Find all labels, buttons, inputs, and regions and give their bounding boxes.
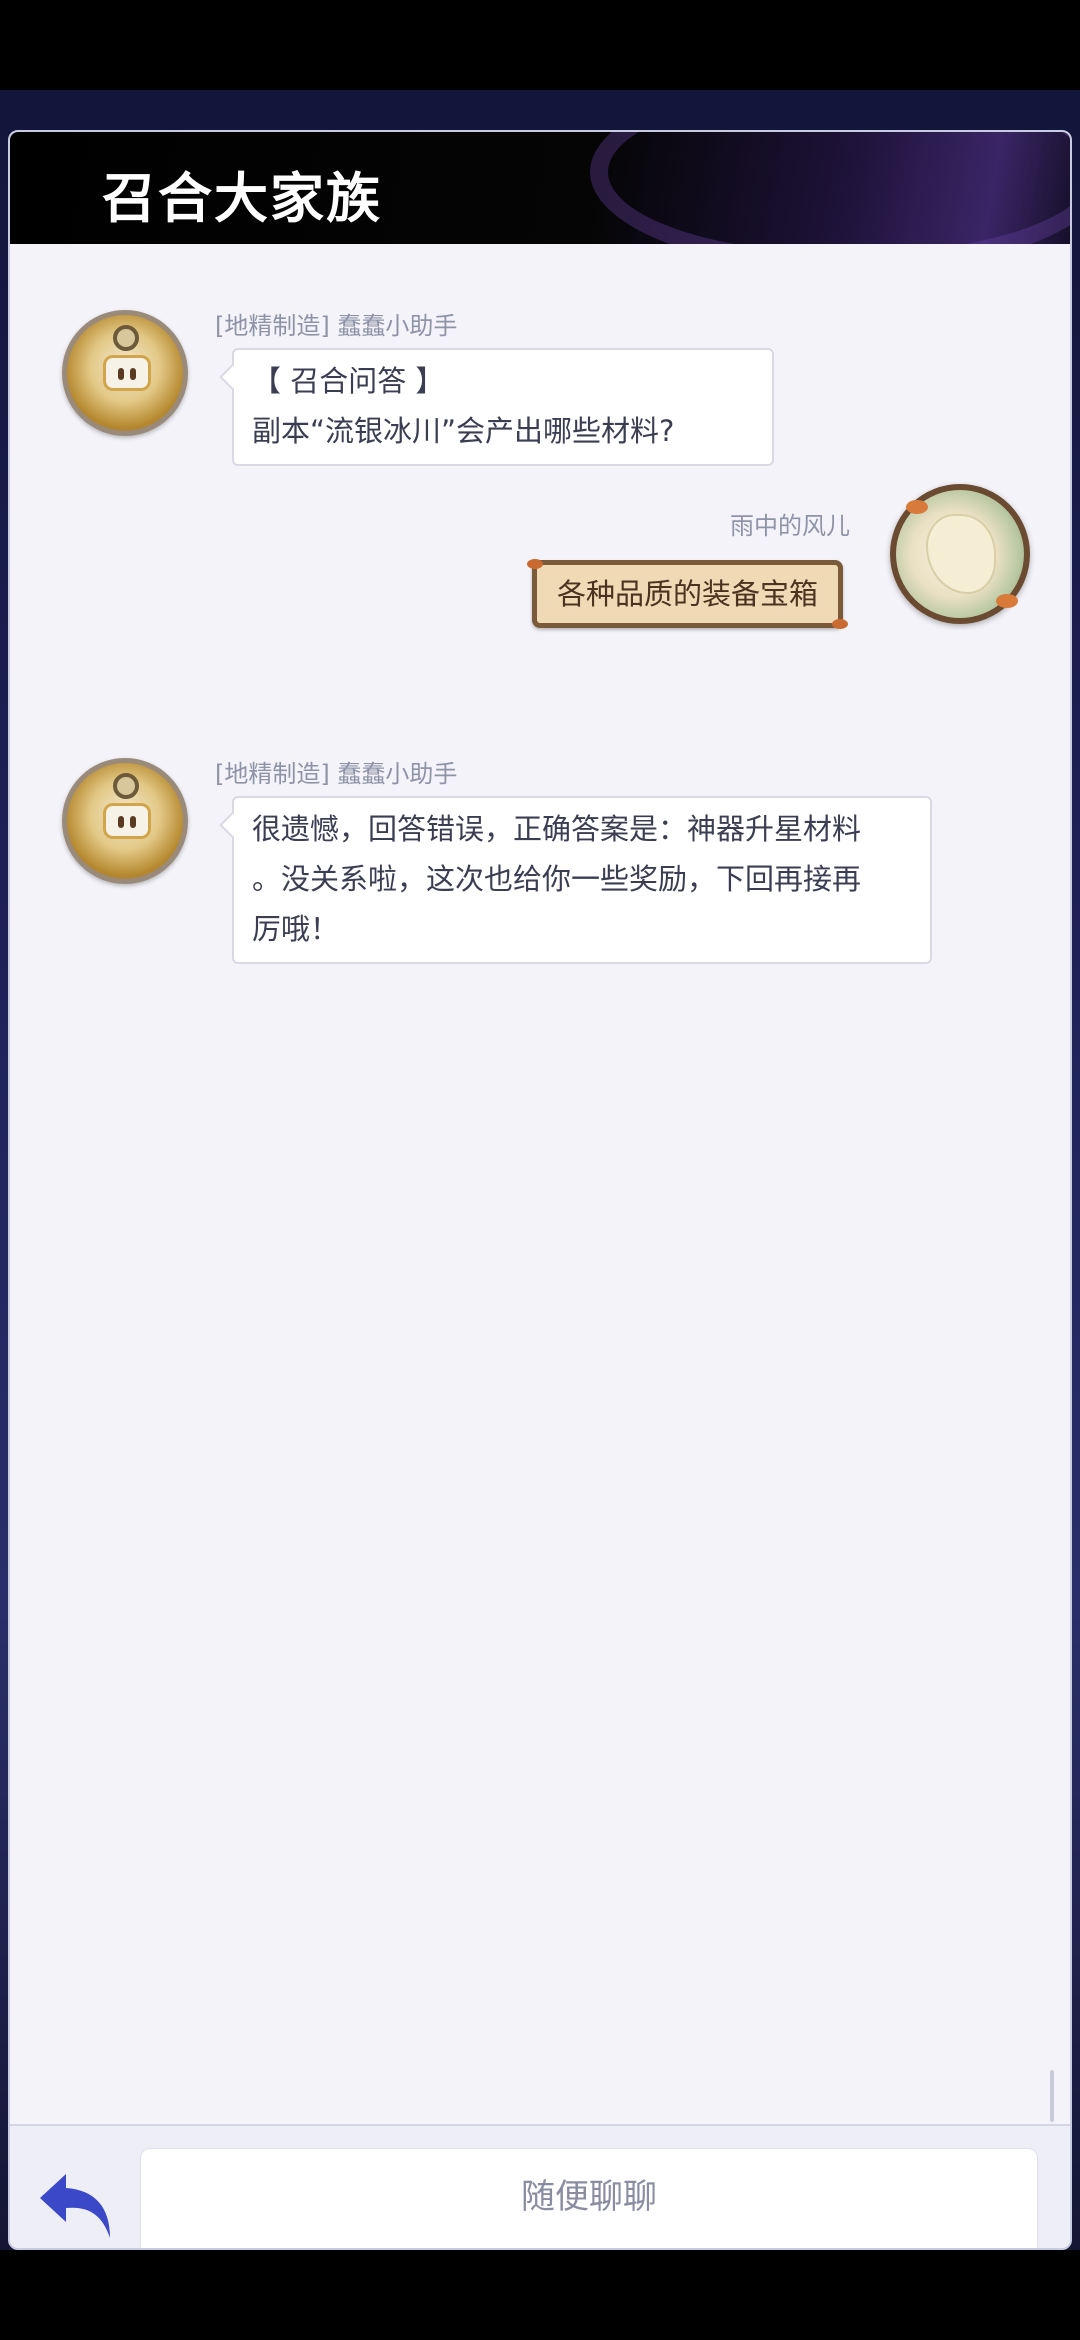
message-line: 很遗憾，回答错误，正确答案是：神器升星材料 bbox=[252, 812, 862, 846]
message-list[interactable]: [地精制造] 蠢蠢小助手 【 召合问答 】 副本“流银冰川”会产出哪些材料? 雨… bbox=[10, 244, 1070, 2124]
message-bubble: 【 召合问答 】 副本“流银冰川”会产出哪些材料? bbox=[219, 348, 774, 466]
message-line: 副本“流银冰川”会产出哪些材料? bbox=[252, 414, 675, 448]
scrollbar[interactable] bbox=[1050, 2070, 1054, 2122]
status-bar-area bbox=[0, 0, 1080, 90]
header-decoration bbox=[590, 132, 1070, 244]
message-sender: [地精制造] 蠢蠢小助手 bbox=[215, 312, 458, 340]
message-line: 【 召合问答 】 bbox=[252, 364, 445, 398]
user-message-bubble: 各种品质的装备宝箱 bbox=[527, 559, 849, 629]
message-sender: 雨中的风儿 bbox=[730, 512, 850, 540]
nav-bar-area bbox=[0, 2250, 1080, 2340]
input-bar: 随便聊聊 bbox=[10, 2124, 1070, 2248]
back-arrow-icon[interactable] bbox=[36, 2166, 118, 2246]
message-text: 各种品质的装备宝箱 bbox=[557, 577, 819, 611]
message-sender: [地精制造] 蠢蠢小助手 bbox=[215, 760, 458, 788]
gnome-robot-avatar-icon[interactable] bbox=[62, 758, 188, 884]
page-title: 召合大家族 bbox=[102, 166, 382, 230]
message-line: 。没关系啦，这次也给你一些奖励，下回再接再 bbox=[252, 862, 862, 896]
message-line: 厉哦！ bbox=[252, 912, 340, 946]
chat-input[interactable]: 随便聊聊 bbox=[140, 2148, 1038, 2248]
chat-panel: 召合大家族 [地精制造] 蠢蠢小助手 【 召合问答 】 副本“流银冰川”会产出哪… bbox=[8, 130, 1072, 2250]
chat-header: 召合大家族 bbox=[10, 132, 1070, 244]
message-bubble: 很遗憾，回答错误，正确答案是：神器升星材料 。没关系啦，这次也给你一些奖励，下回… bbox=[219, 796, 932, 964]
gnome-robot-avatar-icon[interactable] bbox=[62, 310, 188, 436]
white-haired-elf-avatar-icon[interactable] bbox=[890, 484, 1030, 624]
